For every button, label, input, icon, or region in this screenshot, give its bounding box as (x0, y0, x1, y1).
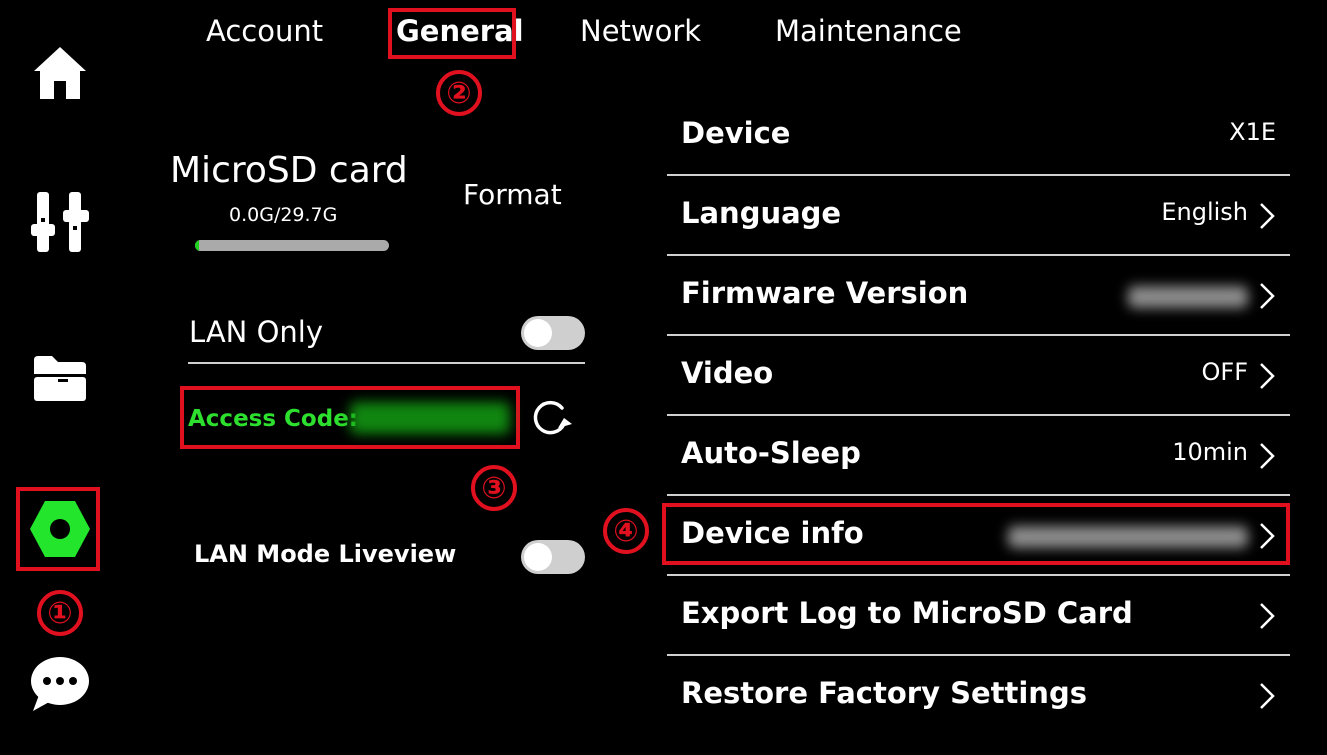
lan-only-toggle-knob (524, 319, 552, 347)
setting-export-log-label: Export Log to MicroSD Card (681, 596, 1133, 630)
chevron-right-icon (1260, 283, 1275, 309)
setting-language-label: Language (681, 196, 842, 230)
setting-video[interactable]: Video OFF (667, 336, 1290, 416)
annotation-marker-1: ① (37, 590, 83, 636)
lan-only-toggle[interactable] (521, 316, 585, 350)
folder-icon[interactable] (28, 346, 92, 410)
chat-bubble-icon[interactable] (28, 652, 92, 716)
setting-auto-sleep-value: 10min (1172, 438, 1248, 466)
setting-auto-sleep[interactable]: Auto-Sleep 10min (667, 416, 1290, 496)
lan-liveview-toggle-knob (524, 543, 552, 571)
lan-only-label: LAN Only (189, 315, 323, 349)
setting-firmware-version[interactable]: Firmware Version (667, 256, 1290, 336)
setting-restore-label: Restore Factory Settings (681, 676, 1087, 710)
access-code-value-blurred (350, 402, 510, 434)
refresh-icon[interactable] (528, 398, 574, 440)
tab-account[interactable]: Account (206, 14, 323, 48)
setting-device: Device X1E (667, 96, 1290, 176)
hex-nut-icon[interactable] (28, 497, 92, 561)
chevron-right-icon (1260, 203, 1275, 229)
annotation-marker-4: ④ (603, 508, 649, 554)
lan-liveview-label: LAN Mode Liveview (194, 540, 457, 568)
setting-language-value: English (1161, 198, 1248, 226)
lan-liveview-toggle[interactable] (521, 540, 585, 574)
lan-divider (188, 362, 585, 364)
setting-language[interactable]: Language English (667, 176, 1290, 256)
tab-general[interactable]: General (396, 14, 524, 48)
setting-video-value: OFF (1201, 358, 1249, 386)
setting-video-label: Video (681, 356, 774, 390)
access-code-label: Access Code: (188, 406, 358, 432)
home-icon[interactable] (28, 40, 92, 104)
chevron-right-icon (1260, 443, 1275, 469)
sliders-icon[interactable] (28, 190, 92, 254)
tab-network[interactable]: Network (580, 14, 701, 48)
setting-device-value: X1E (1229, 118, 1276, 146)
device-info-highlight-box (662, 503, 1290, 565)
annotation-marker-2: ② (436, 70, 482, 116)
setting-export-log[interactable]: Export Log to MicroSD Card (667, 576, 1290, 656)
annotation-marker-3: ③ (471, 465, 517, 511)
chevron-right-icon (1260, 603, 1275, 629)
firmware-value-blurred (1128, 286, 1248, 308)
setting-restore-factory[interactable]: Restore Factory Settings (667, 656, 1290, 736)
microsd-title: MicroSD card (170, 150, 408, 191)
microsd-usage: 0.0G/29.7G (229, 204, 338, 226)
setting-auto-sleep-label: Auto-Sleep (681, 436, 861, 470)
setting-device-label: Device (681, 116, 791, 150)
microsd-usage-bar (195, 240, 389, 251)
microsd-usage-fill (195, 240, 199, 251)
chevron-right-icon (1260, 683, 1275, 709)
setting-firmware-label: Firmware Version (681, 276, 969, 310)
tab-maintenance[interactable]: Maintenance (775, 14, 962, 48)
format-button[interactable]: Format (463, 178, 562, 211)
chevron-right-icon (1260, 363, 1275, 389)
